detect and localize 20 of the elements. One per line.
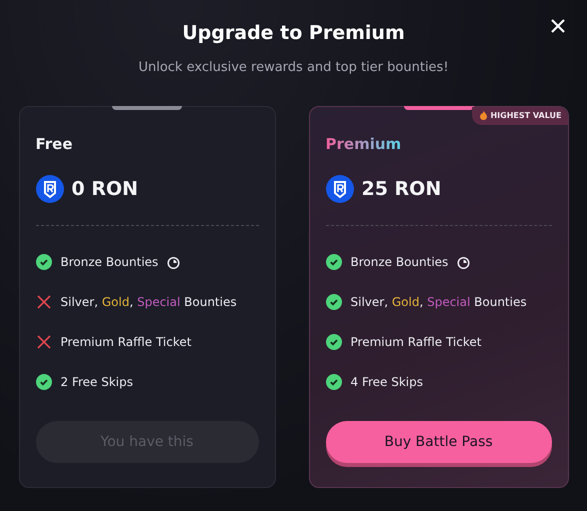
token-icon <box>326 175 354 203</box>
badge-label: HIGHEST VALUE <box>490 111 562 120</box>
feature-label: Silver, Gold, Special Bounties <box>350 295 527 309</box>
flame-icon <box>480 111 488 120</box>
feature-label: Silver, Gold, Special Bounties <box>60 295 237 309</box>
feature-label: Premium Raffle Ticket <box>60 335 192 349</box>
feature-label: Bronze Bounties <box>350 255 448 269</box>
plan-name: Free <box>36 135 73 153</box>
plan-price: 25 RON <box>362 178 442 200</box>
plan-price: 0 RON <box>72 178 138 200</box>
feature-label: 2 Free Skips <box>60 375 133 389</box>
dialog-subtitle: Unlock exclusive rewards and top tier bounties! <box>138 60 449 75</box>
feature-label: Premium Raffle Ticket <box>350 335 482 349</box>
card-notch <box>404 106 474 110</box>
token-icon <box>36 175 64 203</box>
buy-button[interactable]: Buy Battle Pass <box>326 421 552 463</box>
card-notch <box>112 106 182 110</box>
dialog-title: Upgrade to Premium <box>182 22 405 44</box>
feature-label: Bronze Bounties <box>60 255 158 269</box>
feature-label: 4 Free Skips <box>350 375 423 389</box>
